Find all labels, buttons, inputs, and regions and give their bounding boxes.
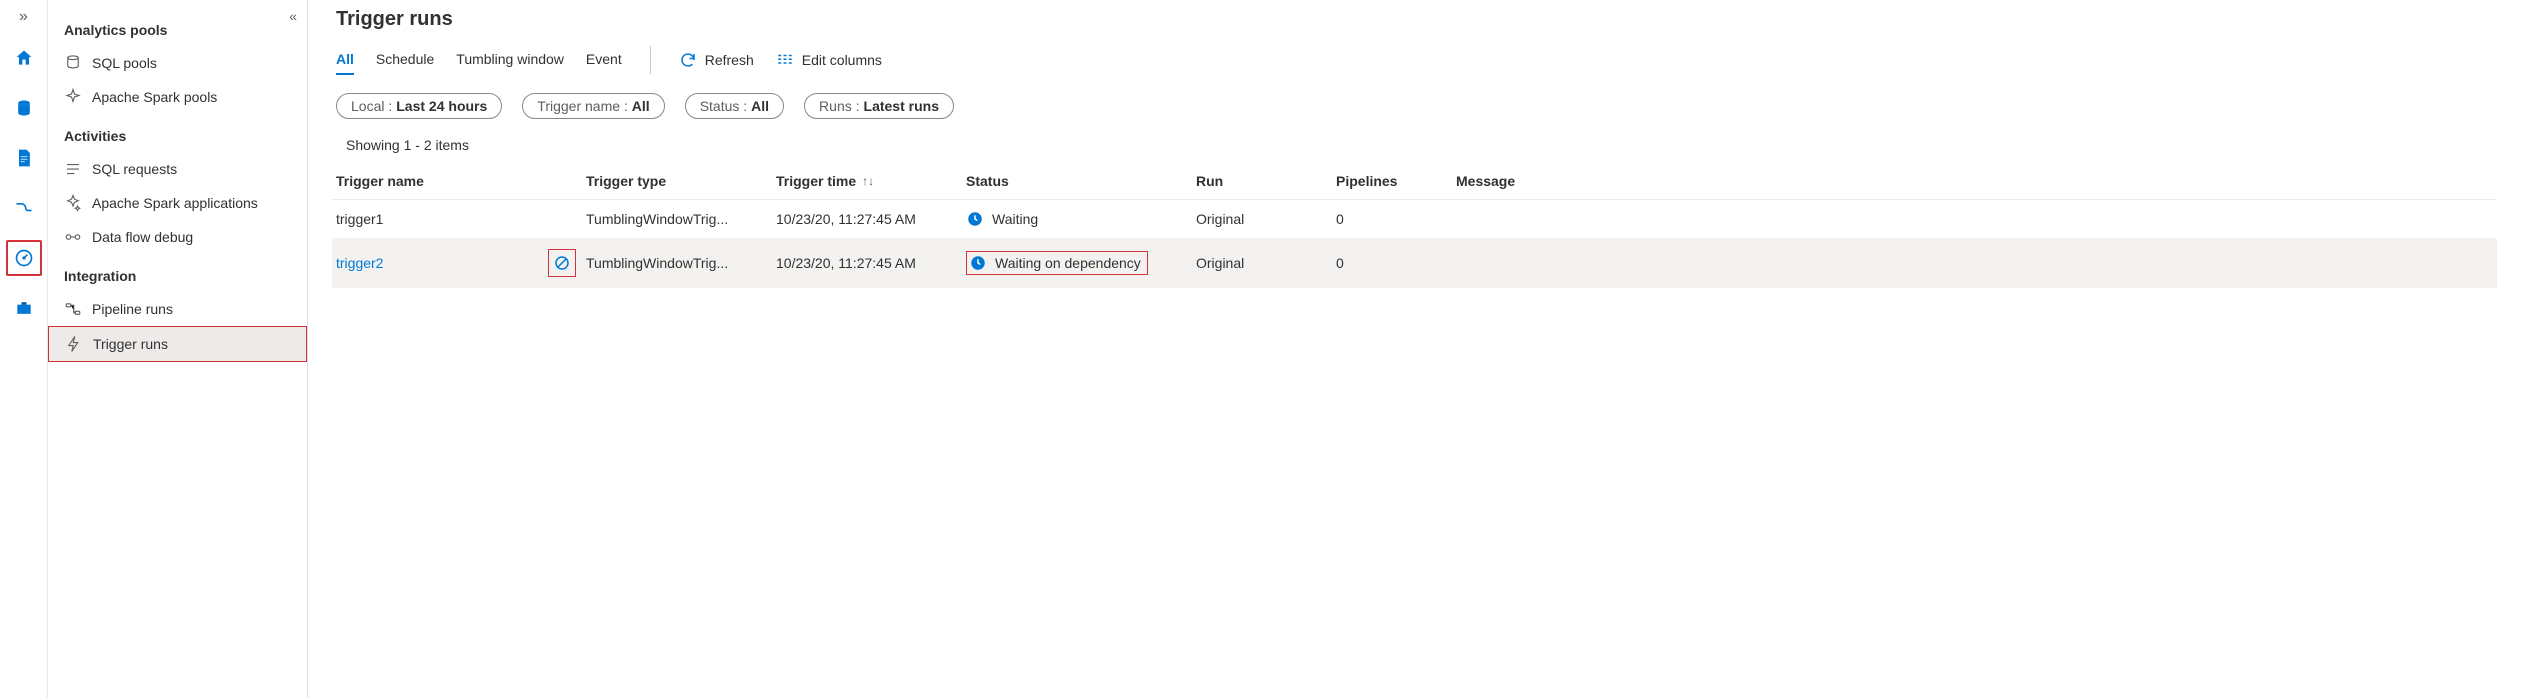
sidebar: « Analytics pools SQL pools Apache Spark p… (48, 0, 308, 698)
sidebar-section-header: Analytics pools (48, 8, 307, 46)
trigger-type: TumblingWindowTrig... (586, 255, 776, 271)
rail-pipeline[interactable] (6, 190, 42, 226)
filter-pill[interactable]: Status : All (685, 93, 784, 119)
clock-icon (966, 210, 984, 228)
cancel-icon (553, 254, 571, 272)
sidebar-item-label: Trigger runs (93, 336, 168, 352)
flow-icon (64, 228, 82, 246)
sidebar-item-label: Apache Spark applications (92, 195, 258, 211)
pipelines-count: 0 (1336, 255, 1456, 271)
run-kind: Original (1196, 211, 1336, 227)
pipeline-runs-icon (64, 300, 82, 318)
refresh-icon (679, 51, 697, 69)
database-icon (14, 98, 34, 118)
sidebar-item-label: SQL pools (92, 55, 157, 71)
run-kind: Original (1196, 255, 1336, 271)
sort-icon: ↑↓ (862, 174, 874, 188)
column-header-message[interactable]: Message (1456, 173, 1576, 189)
divider (650, 46, 651, 74)
trigger-type: TumblingWindowTrig... (586, 211, 776, 227)
status-cell: Waiting (966, 210, 1196, 228)
sidebar-item-label: Pipeline runs (92, 301, 173, 317)
collapse-sidebar-icon[interactable]: « (289, 8, 297, 24)
trigger-name-cell: trigger1 (336, 211, 586, 227)
status-cell: Waiting on dependency (966, 251, 1196, 275)
sidebar-item-label: SQL requests (92, 161, 177, 177)
tabs-row: AllScheduleTumbling windowEvent Refresh … (332, 45, 2497, 75)
sidebar-section-header: Activities (48, 114, 307, 152)
column-header-run[interactable]: Run (1196, 173, 1336, 189)
rail-home[interactable] (6, 40, 42, 76)
column-header-trigger-name[interactable]: Trigger name (336, 173, 586, 189)
filters-row: Local : Last 24 hours Trigger name : All S… (332, 93, 2497, 119)
edit-columns-button[interactable]: Edit columns (776, 51, 882, 69)
spark-icon (64, 88, 82, 106)
sidebar-item-trigger-runs[interactable]: Trigger runs (48, 326, 307, 362)
table-header: Trigger nameTrigger typeTrigger time ↑↓S… (332, 163, 2497, 200)
spark-app-icon (64, 194, 82, 212)
trigger-time: 10/23/20, 11:27:45 AM (776, 255, 966, 271)
filter-pill[interactable]: Local : Last 24 hours (336, 93, 502, 119)
sidebar-section-header: Integration (48, 254, 307, 292)
table-row[interactable]: trigger1 TumblingWindowTrig...10/23/20, 1… (332, 200, 2497, 239)
column-header-pipelines[interactable]: Pipelines (1336, 173, 1456, 189)
column-header-trigger-type[interactable]: Trigger type (586, 173, 776, 189)
trigger-runs-icon (65, 335, 83, 353)
rail-database[interactable] (6, 90, 42, 126)
trigger-time: 10/23/20, 11:27:45 AM (776, 211, 966, 227)
monitor-gauge-icon (14, 248, 34, 268)
sidebar-item-data-flow-debug[interactable]: Data flow debug (48, 220, 307, 254)
icon-rail: » (0, 0, 48, 698)
tab-all[interactable]: All (336, 45, 354, 75)
sidebar-item-sql-requests[interactable]: SQL requests (48, 152, 307, 186)
refresh-button[interactable]: Refresh (679, 51, 754, 69)
pipeline-icon (14, 198, 34, 218)
trigger-name: trigger1 (336, 211, 383, 227)
pipelines-count: 0 (1336, 211, 1456, 227)
cancel-run-button[interactable] (548, 249, 576, 277)
filter-pill[interactable]: Trigger name : All (522, 93, 664, 119)
sql-icon (64, 54, 82, 72)
trigger-name[interactable]: trigger2 (336, 255, 383, 271)
rail-toolbox[interactable] (6, 290, 42, 326)
sidebar-item-apache-spark-applications[interactable]: Apache Spark applications (48, 186, 307, 220)
expand-rail-icon[interactable]: » (19, 8, 28, 26)
tab-schedule[interactable]: Schedule (376, 45, 434, 75)
triggers-table: Trigger nameTrigger typeTrigger time ↑↓S… (332, 163, 2497, 288)
sidebar-item-apache-spark-pools[interactable]: Apache Spark pools (48, 80, 307, 114)
sidebar-item-sql-pools[interactable]: SQL pools (48, 46, 307, 80)
column-header-trigger-time[interactable]: Trigger time ↑↓ (776, 173, 966, 189)
sidebar-item-label: Apache Spark pools (92, 89, 217, 105)
columns-icon (776, 51, 794, 69)
rail-monitor[interactable] (6, 240, 42, 276)
page-title: Trigger runs (332, 8, 2497, 31)
status-text: Waiting on dependency (995, 255, 1141, 271)
sidebar-item-label: Data flow debug (92, 229, 193, 245)
sql-req-icon (64, 160, 82, 178)
home-icon (14, 48, 34, 68)
showing-count: Showing 1 - 2 items (332, 137, 2497, 153)
document-icon (14, 148, 34, 168)
main-content: Trigger runs All Schedule Tumbling window E… (308, 0, 2521, 698)
trigger-name-cell: trigger2 (336, 249, 586, 277)
clock-icon (969, 254, 987, 272)
filter-pill[interactable]: Runs : Latest runs (804, 93, 954, 119)
rail-document[interactable] (6, 140, 42, 176)
tab-event[interactable]: Event (586, 45, 622, 75)
column-header-status[interactable]: Status (966, 173, 1196, 189)
table-row[interactable]: trigger2 TumblingWindowTrig...10/23/20, 1… (332, 239, 2497, 288)
status-text: Waiting (992, 211, 1038, 227)
toolbox-icon (14, 298, 34, 318)
tab-tumbling-window[interactable]: Tumbling window (456, 45, 564, 75)
sidebar-item-pipeline-runs[interactable]: Pipeline runs (48, 292, 307, 326)
